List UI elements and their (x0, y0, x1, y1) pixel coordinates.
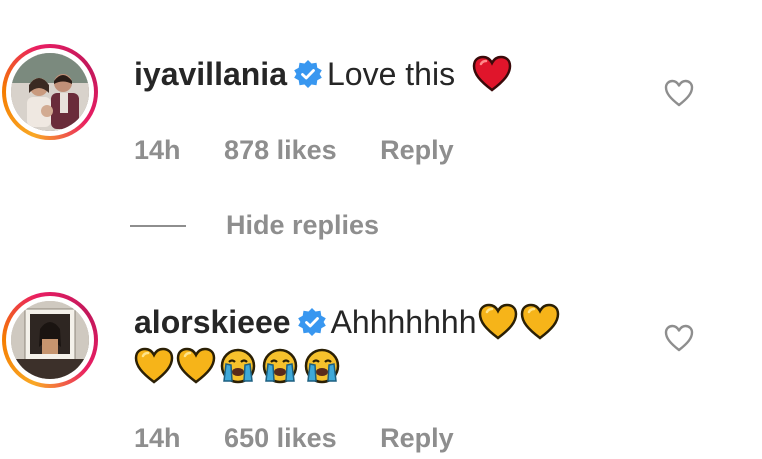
avatar-story-ring[interactable] (2, 292, 98, 388)
reply-button[interactable]: Reply (380, 135, 454, 165)
comment-line: alorskieee Ahhhhhhh (134, 302, 562, 342)
hide-replies-toggle[interactable]: Hide replies (130, 210, 379, 246)
comment: alorskieee Ahhhhhhh 14h 650 likes Reply (0, 288, 762, 458)
yellow-heart-icon (176, 347, 216, 385)
comment-line (134, 346, 344, 386)
reply-button[interactable]: Reply (380, 423, 454, 453)
comment: iyavillania Love this 14h 878 likes Reply (0, 40, 762, 180)
comment-time[interactable]: 14h (134, 135, 181, 165)
verified-badge-icon (297, 307, 327, 337)
thread-divider (130, 224, 186, 227)
comment-time[interactable]: 14h (134, 423, 181, 453)
yellow-heart-icon (478, 303, 518, 341)
red-heart-icon (472, 55, 512, 93)
username[interactable]: alorskieee (134, 304, 291, 340)
yellow-heart-icon (134, 347, 174, 385)
like-heart-icon[interactable] (663, 78, 695, 108)
likes-count[interactable]: 650 likes (224, 423, 337, 453)
loudly-crying-face-icon (302, 347, 342, 385)
like-heart-icon[interactable] (663, 323, 695, 353)
comment-meta: 14h 878 likes Reply (134, 135, 490, 166)
avatar-story-ring[interactable] (2, 44, 98, 140)
username[interactable]: iyavillania (134, 56, 287, 92)
verified-badge-icon (293, 59, 323, 89)
comment-meta: 14h 650 likes Reply (134, 423, 490, 454)
likes-count[interactable]: 878 likes (224, 135, 337, 165)
loudly-crying-face-icon (218, 347, 258, 385)
avatar[interactable] (11, 53, 89, 131)
yellow-heart-icon (520, 303, 560, 341)
hide-replies-button[interactable]: Hide replies (226, 210, 379, 240)
comment-text: Love this (326, 56, 456, 92)
comment-line: iyavillania Love this (134, 54, 514, 94)
loudly-crying-face-icon (260, 347, 300, 385)
comment-text: Ahhhhhhh (330, 304, 477, 340)
avatar[interactable] (11, 301, 89, 379)
